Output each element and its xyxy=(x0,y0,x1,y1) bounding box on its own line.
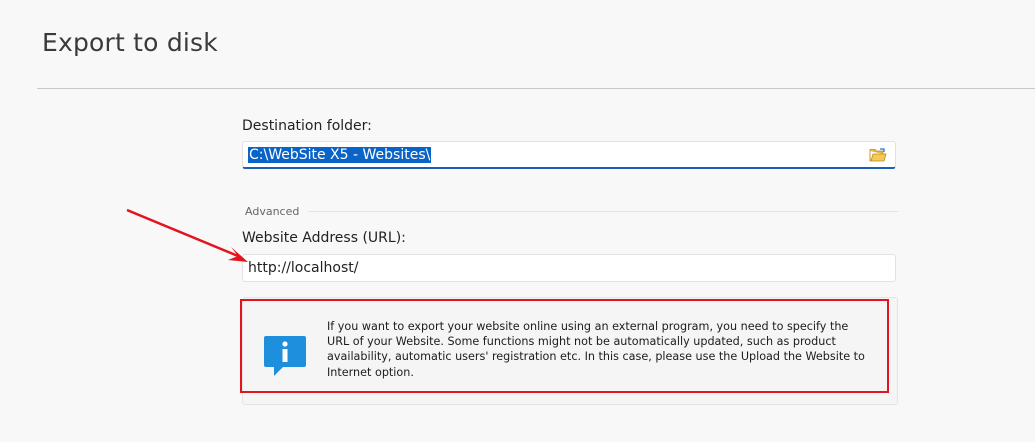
arrow-annotation xyxy=(126,208,248,262)
header-divider xyxy=(37,88,1035,89)
website-url-value[interactable]: http://localhost/ xyxy=(248,260,358,276)
destination-folder-label: Destination folder: xyxy=(242,118,372,134)
folder-open-icon[interactable] xyxy=(869,148,887,162)
highlight-box xyxy=(240,299,889,393)
page-title: Export to disk xyxy=(42,28,218,57)
destination-folder-field[interactable]: C:\WebSite X5 - Websites\ xyxy=(242,141,896,169)
website-url-label: Website Address (URL): xyxy=(242,230,406,246)
destination-folder-value[interactable]: C:\WebSite X5 - Websites\ xyxy=(248,147,432,163)
advanced-section-divider xyxy=(308,211,898,212)
website-url-field[interactable]: http://localhost/ xyxy=(242,254,896,282)
